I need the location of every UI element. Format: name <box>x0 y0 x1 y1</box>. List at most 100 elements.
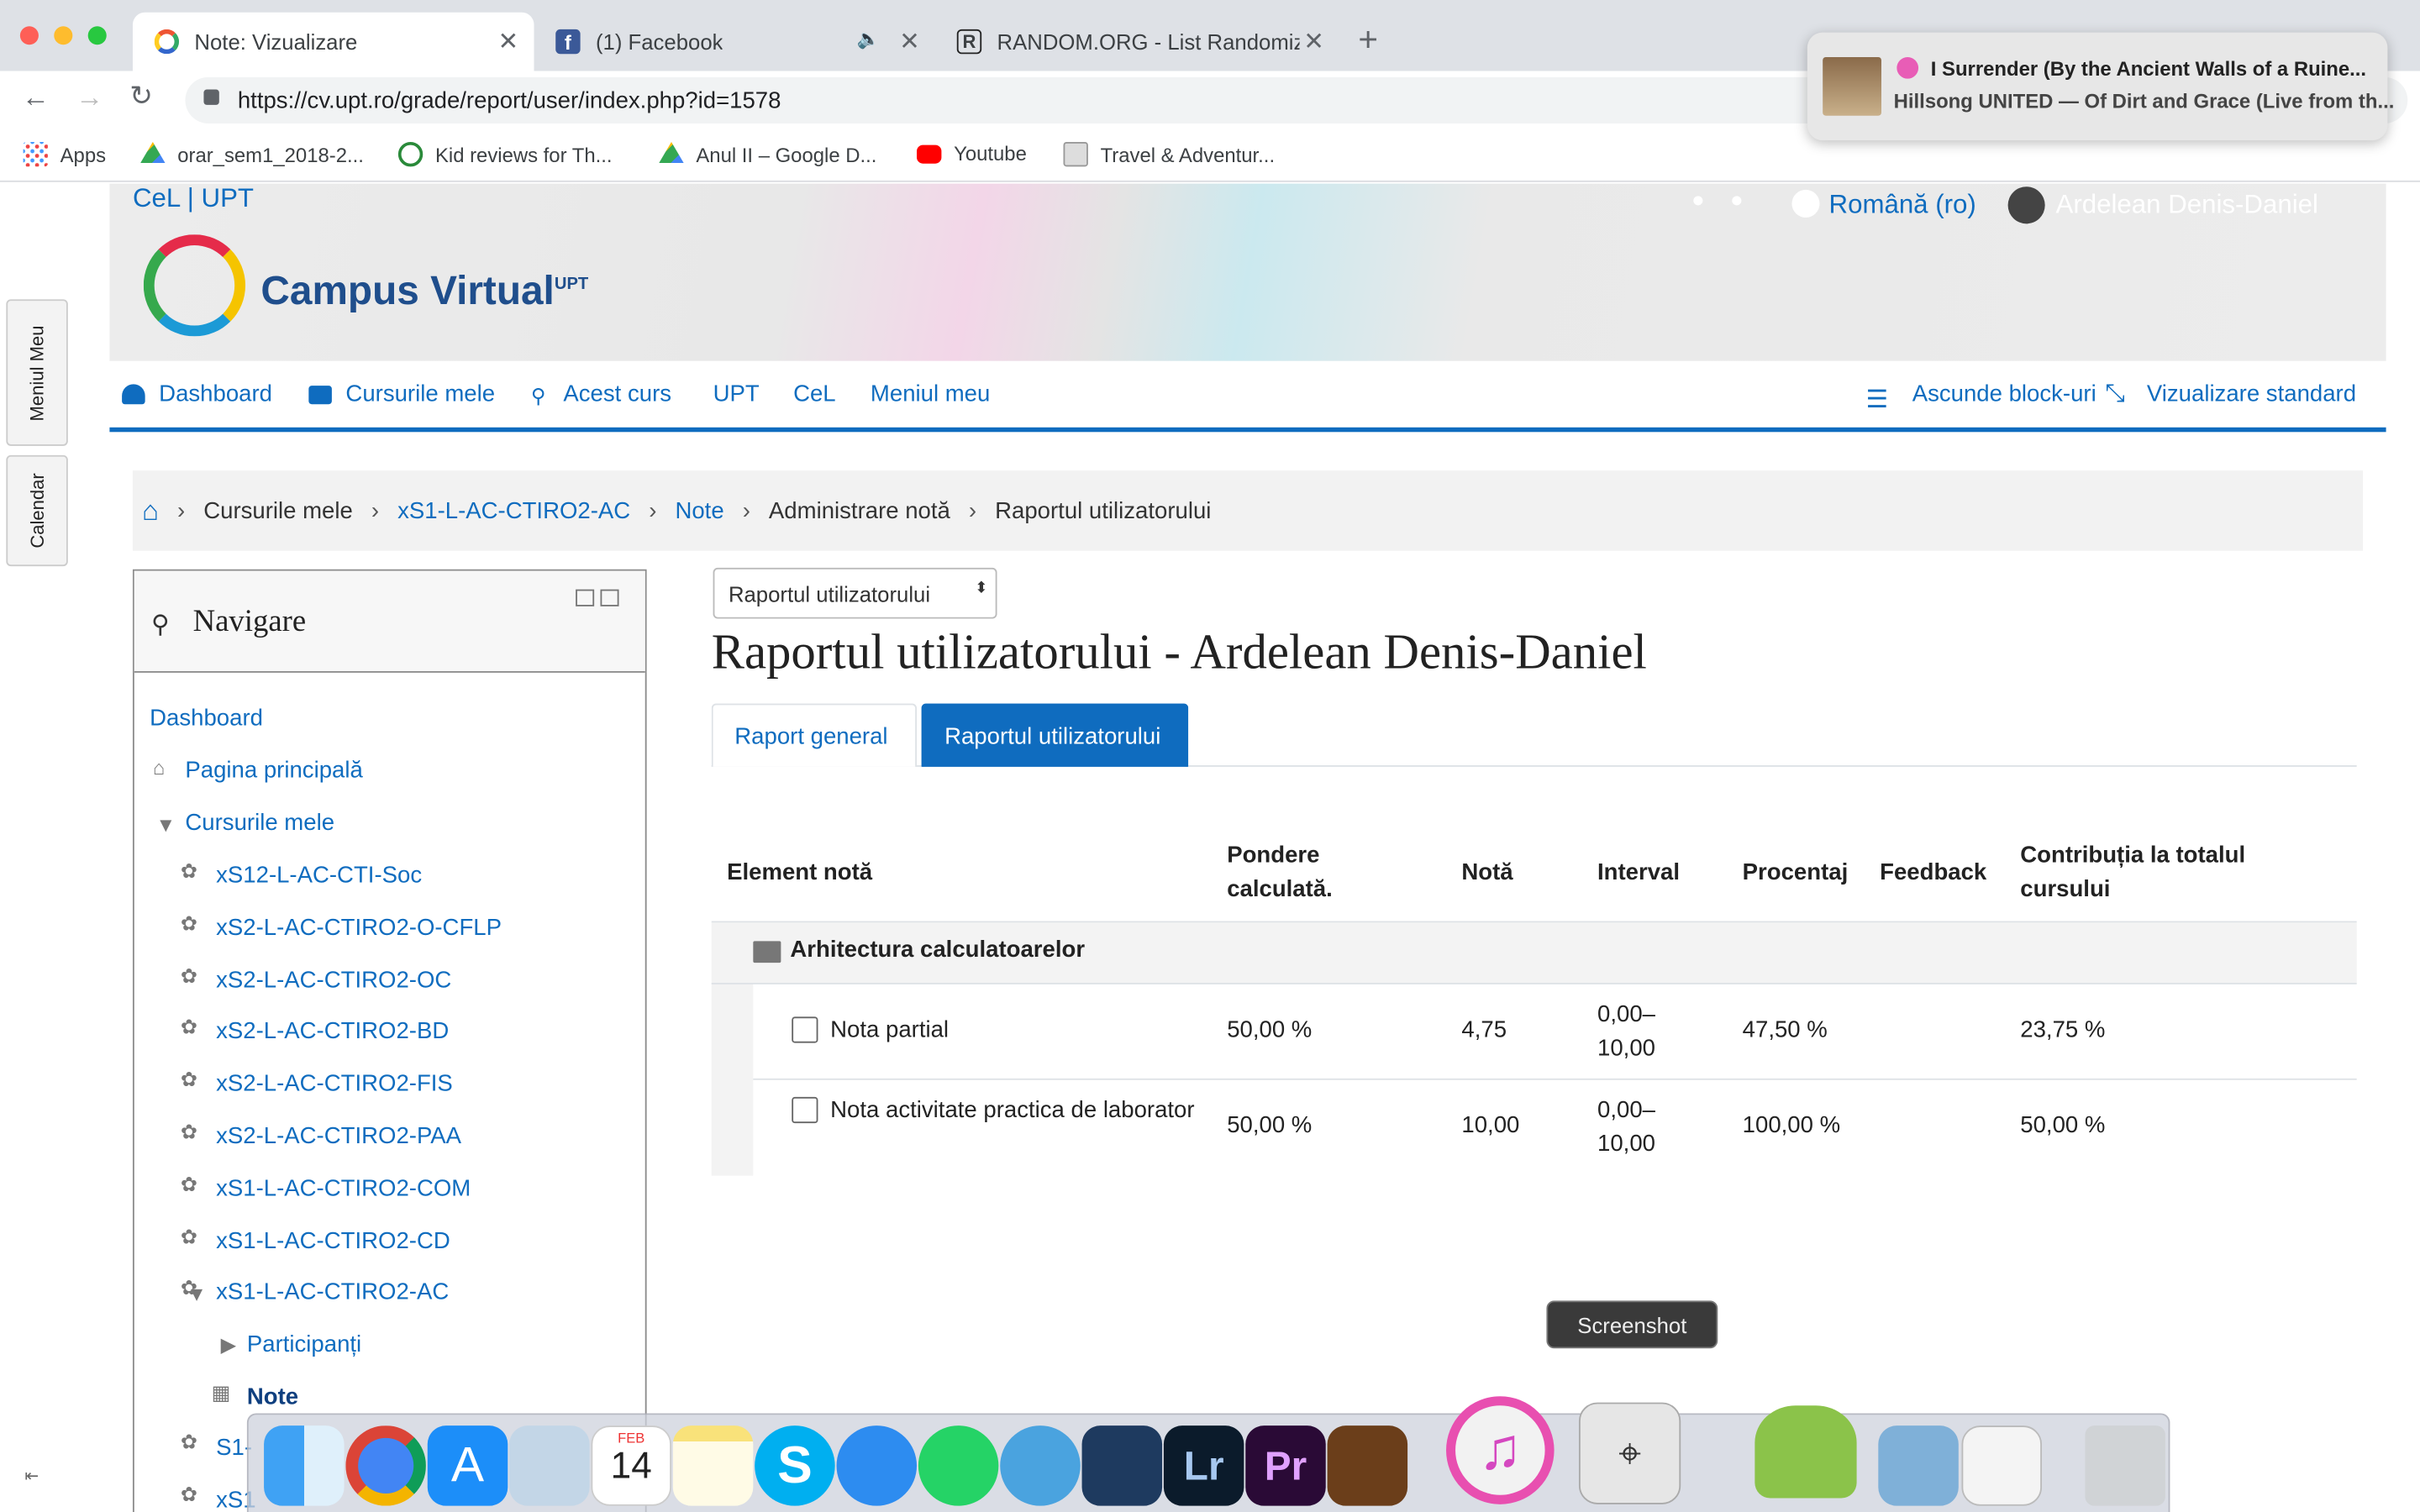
nav-block-course-link[interactable]: xS1-L-AC-CTIRO2-AC <box>216 1279 449 1305</box>
grade-cell: 10,00 <box>1461 1112 1520 1139</box>
course-icon: ✿ <box>180 1016 197 1039</box>
nav-block-course-link[interactable]: xS2-L-AC-CTIRO2-O-CFLP <box>216 915 502 941</box>
close-tab-icon[interactable]: ✕ <box>899 26 920 57</box>
app-store-icon[interactable]: A <box>427 1425 508 1506</box>
mail-icon[interactable] <box>509 1425 590 1506</box>
bell-icon[interactable]: ● <box>1691 186 1705 211</box>
language-selector[interactable]: Română (ro) <box>1829 190 1976 221</box>
nav-this-course[interactable]: Acest curs <box>563 381 671 407</box>
close-tab-icon[interactable]: ✕ <box>1303 26 1324 57</box>
nav-block-course-link[interactable]: xS2-L-AC-CTIRO2-OC <box>216 967 451 993</box>
category-name: Arhitectura calculatoarelor <box>790 936 1086 963</box>
nav-block-my-courses[interactable]: Cursurile mele <box>185 810 334 836</box>
reload-icon[interactable]: ↻ <box>129 81 153 113</box>
zoom-window-button[interactable] <box>87 26 107 45</box>
course-icon: ✿ <box>180 1224 197 1248</box>
speaker-icon[interactable]: 🔈 <box>856 28 879 50</box>
chevron-right-icon[interactable]: ▶ <box>221 1333 245 1357</box>
browser-tab-random-org[interactable]: R RANDOM.ORG - List Randomiz ✕ <box>935 13 1339 71</box>
nav-block-course-link[interactable]: xS2-L-AC-CTIRO2-FIS <box>216 1071 453 1097</box>
tab-overview-report[interactable]: Raport general <box>711 703 918 767</box>
skype-icon[interactable]: S <box>755 1425 835 1506</box>
nav-cel[interactable]: CeL <box>793 381 836 407</box>
brand-link[interactable]: CeL | UPT <box>133 184 254 215</box>
minimize-window-button[interactable] <box>54 26 73 45</box>
preview-icon[interactable] <box>1878 1425 1959 1506</box>
course-icon: ✿ <box>180 1120 197 1144</box>
notes-icon[interactable] <box>672 1425 754 1506</box>
grade-item-name[interactable]: Nota partial <box>830 1014 1201 1047</box>
side-tab-meniul-meu[interactable]: Meniul Meu <box>6 299 68 446</box>
edit-grade-icon[interactable] <box>792 1016 818 1043</box>
nav-block-course-link[interactable]: xS12-L-AC-CTI-Soc <box>216 863 422 889</box>
side-tab-calendar[interactable]: Calendar <box>6 454 68 567</box>
whatsapp-icon[interactable] <box>918 1425 999 1506</box>
music-notification[interactable]: I Surrender (By the Ancient Walls of a R… <box>1807 32 2394 141</box>
chrome-icon[interactable] <box>345 1425 426 1506</box>
messages-icon[interactable] <box>836 1425 918 1506</box>
course-icon: ✿ <box>180 963 197 987</box>
nav-upt[interactable]: UPT <box>713 381 760 407</box>
bookmark-apps[interactable]: Apps <box>23 141 106 167</box>
chevron-down-icon[interactable]: ▼ <box>156 813 181 837</box>
breadcrumb-separator: › <box>371 497 380 524</box>
bookmark-kid-reviews[interactable]: Kid reviews for Th... <box>397 141 613 167</box>
nav-dashboard[interactable]: Dashboard <box>159 381 272 407</box>
calendar-icon[interactable]: FEB 14 <box>591 1425 671 1506</box>
close-window-button[interactable] <box>19 26 39 45</box>
bookmark-anul-ii[interactable]: Anul II – Google D... <box>659 141 876 166</box>
avatar[interactable] <box>2007 186 2045 224</box>
nav-block-course-link[interactable]: xS1-L-AC-CTIRO2-CD <box>216 1227 450 1253</box>
screen-sharing-icon[interactable] <box>1000 1425 1081 1506</box>
breadcrumb-course[interactable]: xS1-L-AC-CTIRO2-AC <box>397 497 630 523</box>
lightroom-icon[interactable]: Lr <box>1163 1425 1244 1506</box>
logo-text[interactable]: Campus VirtualUPT <box>260 267 588 315</box>
android-studio-icon[interactable] <box>1754 1405 1857 1499</box>
dock-block-icon[interactable] <box>600 589 619 606</box>
itunes-icon[interactable]: ♫ <box>1446 1396 1555 1504</box>
vscode-icon[interactable] <box>1081 1425 1163 1506</box>
nav-block-participants[interactable]: Participanți <box>247 1331 361 1357</box>
report-type-select[interactable]: Raportul utilizatorului ⬍ <box>713 567 997 619</box>
collapse-icon[interactable]: ⇤ <box>24 1466 39 1486</box>
nav-my-courses[interactable]: Cursurile mele <box>345 381 495 407</box>
nav-block-grades[interactable]: Note <box>247 1384 298 1410</box>
nav-my-menu[interactable]: Meniul meu <box>871 381 990 407</box>
back-arrow-icon[interactable]: ← <box>22 81 50 114</box>
column-header: Feedback <box>1880 859 1987 886</box>
sitemap-icon: ⚲ <box>151 612 170 639</box>
tab-user-report[interactable]: Raportul utilizatorului <box>921 703 1189 767</box>
screenshot-icon[interactable]: ⌖ <box>1578 1402 1681 1504</box>
garageband-icon[interactable] <box>1327 1425 1408 1506</box>
chat-icon[interactable]: ● <box>1730 186 1744 211</box>
navigation-block-title: Navigare <box>192 605 307 639</box>
folder-icon <box>753 941 781 963</box>
course-icon: ✿ <box>180 1483 197 1506</box>
nav-block-home[interactable]: Pagina principală <box>185 758 362 784</box>
bookmark-travel[interactable]: Travel & Adventur... <box>1063 141 1275 167</box>
nav-block-dashboard[interactable]: Dashboard <box>150 705 263 731</box>
forward-arrow-icon[interactable]: → <box>76 81 103 114</box>
new-tab-button[interactable]: + <box>1358 20 1378 60</box>
textedit-icon[interactable] <box>1961 1425 2043 1506</box>
nav-block-course-link[interactable]: xS2-L-AC-CTIRO2-BD <box>216 1019 449 1045</box>
breadcrumb-grades[interactable]: Note <box>675 497 723 523</box>
hide-blocks-button[interactable]: Ascunde block-uri <box>1912 381 2096 407</box>
home-icon[interactable]: ⌂ <box>142 495 159 528</box>
home-icon: ⌂ <box>152 756 166 780</box>
standard-view-button[interactable]: Vizualizare standard <box>2147 381 2356 407</box>
bookmark-youtube[interactable]: Youtube <box>917 142 1027 165</box>
trash-icon[interactable] <box>2085 1425 2165 1506</box>
browser-tab-grades[interactable]: Note: Vizualizare ✕ <box>132 12 534 71</box>
weight-cell: 50,00 % <box>1227 1112 1313 1139</box>
minimize-block-icon[interactable] <box>576 589 595 606</box>
grade-item-name[interactable]: Nota activitate practica de laborator <box>793 1094 1195 1127</box>
nav-block-course-link[interactable]: xS1-L-AC-CTIRO2-COM <box>216 1175 471 1201</box>
premiere-icon[interactable]: Pr <box>1245 1425 1326 1506</box>
finder-icon[interactable] <box>264 1425 345 1506</box>
nav-block-course-link[interactable]: xS2-L-AC-CTIRO2-PAA <box>216 1123 461 1149</box>
close-tab-icon[interactable]: ✕ <box>498 26 519 57</box>
browser-tab-facebook[interactable]: f (1) Facebook 🔈 ✕ <box>534 13 936 71</box>
bookmark-orar[interactable]: orar_sem1_2018-2... <box>140 141 364 166</box>
user-menu[interactable]: Ardelean Denis-Daniel <box>2056 190 2318 221</box>
